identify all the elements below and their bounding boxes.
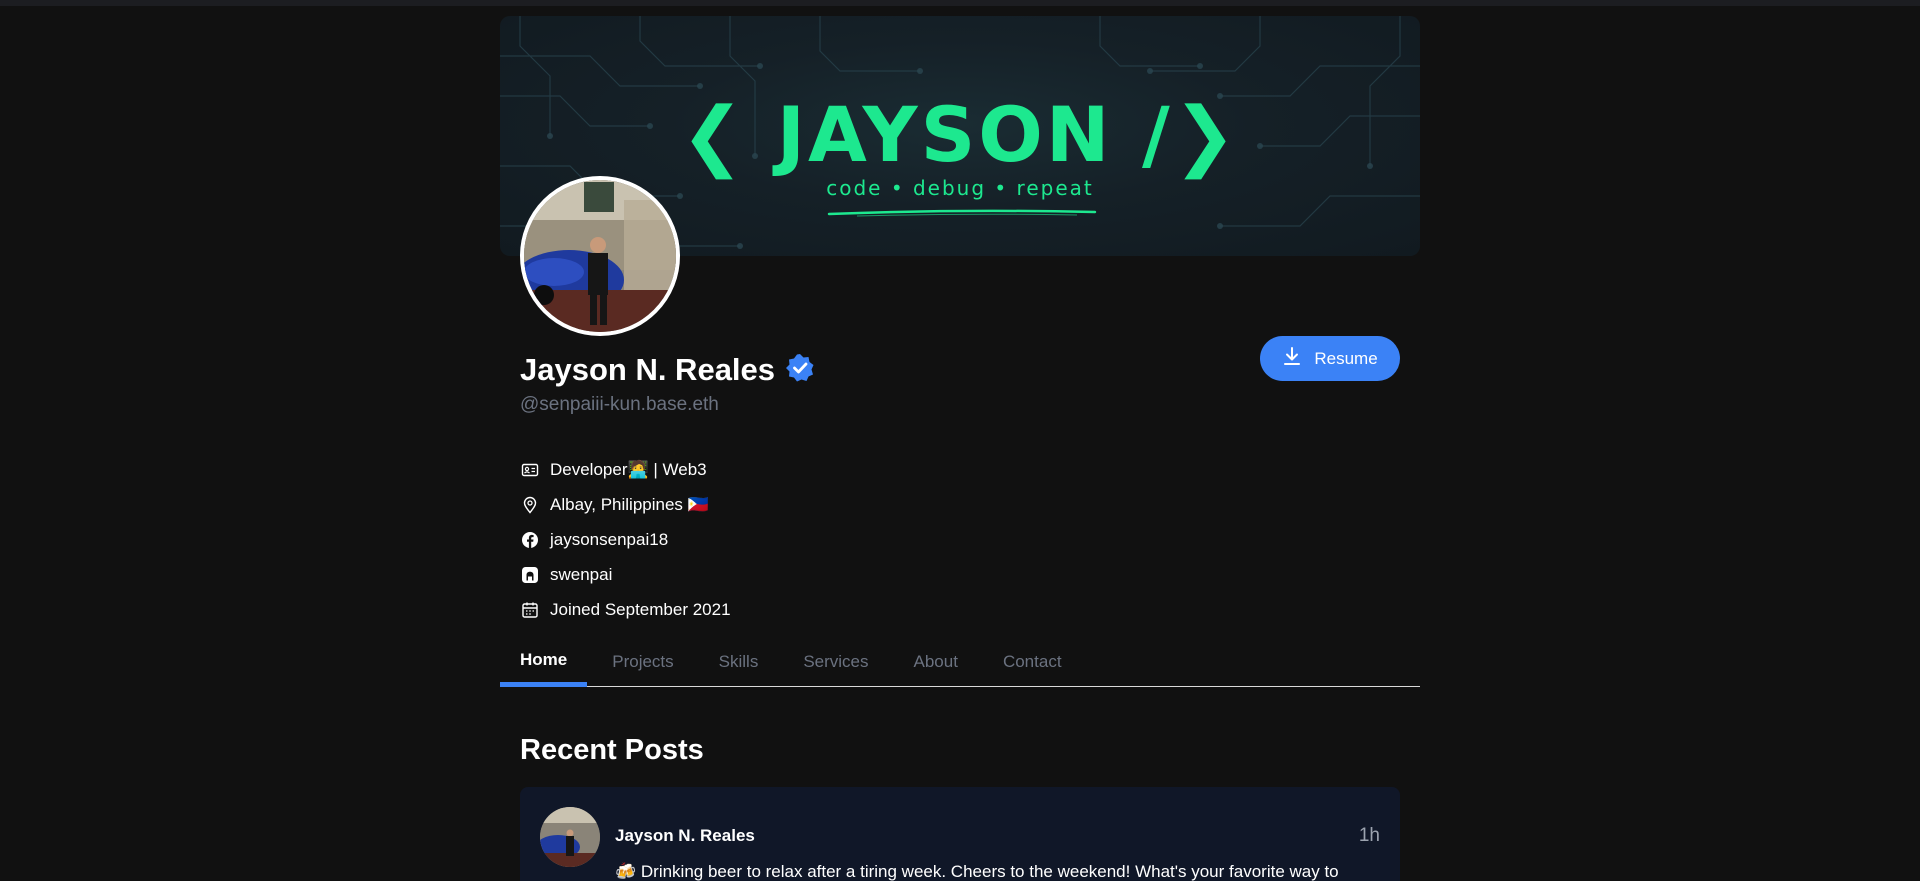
calendar-icon xyxy=(520,600,540,620)
post-author-avatar[interactable] xyxy=(540,807,600,867)
browser-top-strip xyxy=(0,0,1920,6)
post-card[interactable]: Jayson N. Reales 1h 🍻 Drinking beer to r… xyxy=(520,787,1400,881)
profile-page: ❮ JAYSON /❯ code • debug • repeat Resume… xyxy=(500,16,1420,881)
avatar-photo xyxy=(524,180,676,332)
tab-home[interactable]: Home xyxy=(500,638,588,687)
info-role-text: Developer🧑‍💻 | Web3 xyxy=(550,459,707,479)
info-location: Albay, Philippines 🇵🇭 xyxy=(520,487,731,522)
tab-projects[interactable]: Projects xyxy=(592,638,693,686)
github-icon xyxy=(520,565,540,585)
download-icon xyxy=(1282,346,1302,371)
location-pin-icon xyxy=(520,495,540,515)
profile-tabs: Home Projects Skills Services About Cont… xyxy=(500,638,1420,687)
resume-label: Resume xyxy=(1314,348,1378,368)
id-card-icon xyxy=(520,460,540,480)
info-github-text: swenpai xyxy=(550,564,613,584)
post-author-name[interactable]: Jayson N. Reales xyxy=(615,826,755,846)
post-timestamp: 1h xyxy=(1358,825,1380,846)
info-joined-text: Joined September 2021 xyxy=(550,599,731,619)
info-facebook-text: jaysonsenpai18 xyxy=(550,529,669,549)
profile-avatar[interactable] xyxy=(520,176,680,336)
profile-name: Jayson N. Reales xyxy=(520,352,776,387)
info-joined: Joined September 2021 xyxy=(520,592,731,627)
profile-info-list: Developer🧑‍💻 | Web3 Albay, Philippines 🇵… xyxy=(520,452,731,627)
banner-logo: ❮ JAYSON /❯ xyxy=(680,90,1240,179)
tagline-underline xyxy=(827,209,1097,217)
facebook-icon xyxy=(520,530,540,550)
tab-contact[interactable]: Contact xyxy=(983,638,1082,686)
post-avatar-photo xyxy=(540,807,600,867)
info-location-text: Albay, Philippines 🇵🇭 xyxy=(550,494,709,514)
info-role: Developer🧑‍💻 | Web3 xyxy=(520,452,731,487)
recent-posts-title: Recent Posts xyxy=(520,734,704,766)
profile-name-row: Jayson N. Reales xyxy=(520,352,815,388)
info-facebook[interactable]: jaysonsenpai18 xyxy=(520,522,731,557)
tab-services[interactable]: Services xyxy=(783,638,888,686)
resume-download-button[interactable]: Resume xyxy=(1260,336,1400,381)
profile-handle: @senpaiii-kun.base.eth xyxy=(520,394,719,415)
post-text: 🍻 Drinking beer to relax after a tiring … xyxy=(615,862,1339,881)
verified-badge-icon xyxy=(785,353,815,388)
tab-about[interactable]: About xyxy=(894,638,978,686)
info-github[interactable]: swenpai xyxy=(520,557,731,592)
tab-skills[interactable]: Skills xyxy=(699,638,779,686)
